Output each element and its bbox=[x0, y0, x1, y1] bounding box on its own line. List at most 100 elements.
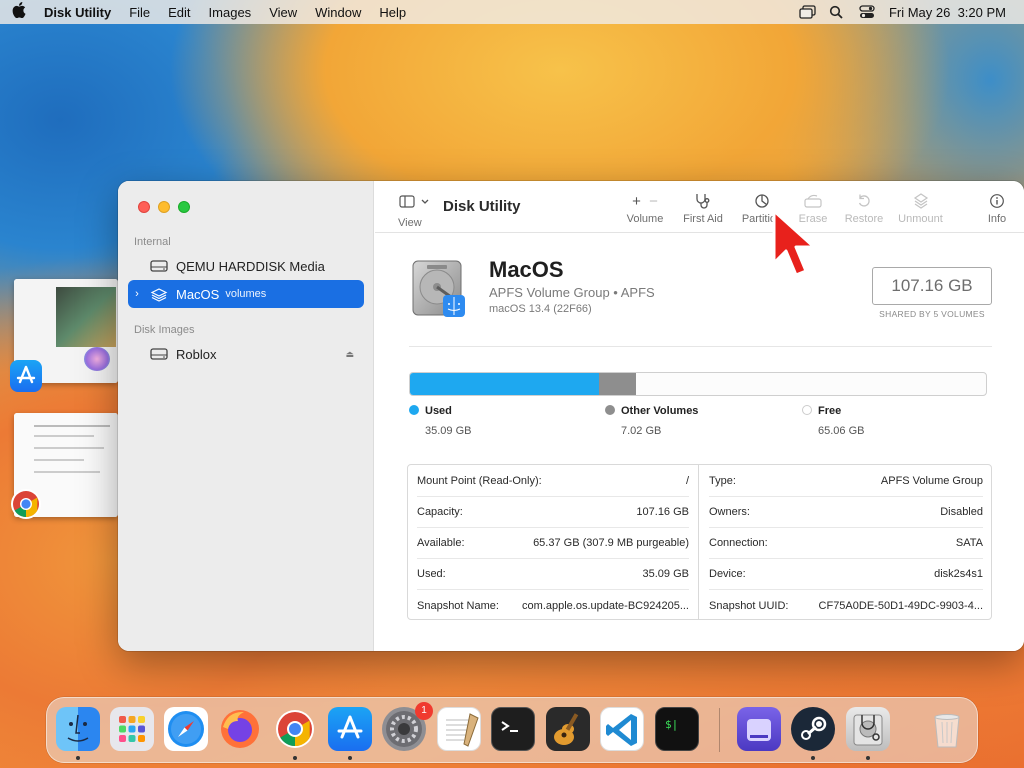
mouse-pointer-icon bbox=[772, 209, 816, 277]
hard-drive-icon bbox=[150, 260, 168, 272]
sidebar-item-label: MacOS bbox=[176, 286, 220, 302]
volume-size: 107.16 GB bbox=[872, 267, 992, 305]
sidebar-item-macos[interactable]: › MacOS volumes bbox=[128, 280, 364, 308]
info-row: Snapshot Name: com.apple.os.update-BC9242… bbox=[417, 599, 689, 612]
svg-text:$|: $| bbox=[665, 718, 678, 731]
safari-icon[interactable] bbox=[164, 707, 208, 751]
running-indicator bbox=[293, 756, 297, 760]
volume-os-version: macOS 13.4 (22F66) bbox=[489, 303, 592, 315]
menu-window[interactable]: Window bbox=[306, 5, 370, 20]
menu-help[interactable]: Help bbox=[370, 5, 415, 20]
running-indicator bbox=[811, 756, 815, 760]
volume-button[interactable]: + − Volume bbox=[623, 193, 667, 225]
running-indicator bbox=[348, 756, 352, 760]
info-button[interactable]: Info bbox=[980, 193, 1014, 225]
screen-mirroring-icon[interactable] bbox=[799, 5, 816, 19]
info-row: Device: disk2s4s1 bbox=[709, 559, 983, 590]
view-label: View bbox=[398, 217, 422, 229]
spotlight-search-icon[interactable] bbox=[829, 5, 845, 19]
textedit-icon[interactable] bbox=[437, 707, 481, 751]
info-row: Used: 35.09 GB bbox=[417, 559, 689, 590]
sidebar: Internal QEMU HARDDISK Media › MacOS vol… bbox=[118, 181, 374, 651]
volume-type: APFS Volume Group • APFS bbox=[489, 285, 655, 300]
menu-edit[interactable]: Edit bbox=[159, 5, 199, 20]
layers-icon bbox=[150, 288, 168, 302]
info-column-left: Mount Point (Read-Only): / Capacity: 107.1… bbox=[408, 465, 699, 619]
used-color-dot bbox=[409, 405, 419, 415]
unmount-button[interactable]: Unmount bbox=[893, 193, 948, 225]
menu-view[interactable]: View bbox=[260, 5, 306, 20]
main-content: View Disk Utility + − Volume First Aid P… bbox=[375, 181, 1024, 651]
other-value: 7.02 GB bbox=[621, 425, 662, 437]
volume-label: Volume bbox=[626, 213, 664, 225]
info-column-right: Type: APFS Volume Group Owners: Disabled C… bbox=[700, 465, 992, 619]
info-row: Available: 65.37 GB (307.9 MB purgeable) bbox=[417, 528, 689, 559]
terminal-icon[interactable] bbox=[491, 707, 535, 751]
steam-icon[interactable] bbox=[791, 707, 835, 751]
finder-icon[interactable] bbox=[56, 707, 100, 751]
info-row: Owners: Disabled bbox=[709, 497, 983, 528]
sidebar-item-qemu-harddisk[interactable]: QEMU HARDDISK Media bbox=[128, 252, 364, 280]
free-color-dot bbox=[802, 405, 812, 415]
info-row: Mount Point (Read-Only): / bbox=[417, 466, 689, 497]
garageband-icon[interactable] bbox=[546, 707, 590, 751]
view-button[interactable]: View bbox=[395, 195, 435, 229]
storage-drive-icon[interactable] bbox=[737, 707, 781, 751]
dock-separator bbox=[719, 708, 720, 752]
info-row: Connection: SATA bbox=[709, 528, 983, 559]
zoom-button[interactable] bbox=[178, 201, 190, 213]
control-center-icon[interactable] bbox=[859, 5, 875, 19]
usage-segment-used bbox=[410, 373, 599, 395]
used-value: 35.09 GB bbox=[425, 425, 472, 437]
unmount-label: Unmount bbox=[898, 213, 943, 225]
restore-icon bbox=[839, 193, 889, 213]
app-store-icon bbox=[10, 360, 42, 392]
trash-icon[interactable] bbox=[925, 707, 969, 751]
window-controls bbox=[138, 201, 190, 213]
terminal-alt-icon[interactable]: $| bbox=[655, 707, 699, 751]
legend-used: Used 35.09 GB bbox=[409, 405, 471, 437]
restore-button[interactable]: Restore bbox=[839, 193, 889, 225]
sidebar-section-disk-images: Disk Images bbox=[134, 324, 195, 336]
legend-free: Free 65.06 GB bbox=[802, 405, 864, 437]
first-aid-button[interactable]: First Aid bbox=[678, 193, 728, 225]
launchpad-icon[interactable] bbox=[110, 707, 154, 751]
volume-size-note: SHARED BY 5 VOLUMES bbox=[879, 309, 985, 319]
firefox-icon[interactable] bbox=[218, 707, 262, 751]
vscode-icon[interactable] bbox=[600, 707, 644, 751]
running-indicator bbox=[76, 756, 80, 760]
usage-bar bbox=[409, 372, 987, 396]
running-indicator bbox=[866, 756, 870, 760]
first-aid-label: First Aid bbox=[683, 213, 723, 225]
unmount-icon bbox=[893, 193, 948, 213]
free-value: 65.06 GB bbox=[818, 425, 865, 437]
info-icon bbox=[980, 193, 1014, 213]
disclosure-chevron-icon[interactable]: › bbox=[128, 288, 146, 300]
info-table: Mount Point (Read-Only): / Capacity: 107.1… bbox=[407, 464, 992, 620]
sidebar-section-internal: Internal bbox=[134, 236, 171, 248]
close-button[interactable] bbox=[138, 201, 150, 213]
toolbar: View Disk Utility + − Volume First Aid P… bbox=[375, 181, 1024, 233]
apple-menu-icon[interactable] bbox=[0, 2, 38, 22]
menu-bar: Disk Utility File Edit Images View Windo… bbox=[0, 0, 1024, 24]
menu-images[interactable]: Images bbox=[200, 5, 261, 20]
usage-segment-other bbox=[598, 373, 637, 395]
app-store-icon[interactable] bbox=[328, 707, 372, 751]
menu-file[interactable]: File bbox=[120, 5, 159, 20]
menu-clock[interactable]: Fri May 26 3:20 PM bbox=[889, 5, 1006, 20]
sidebar-item-roblox[interactable]: Roblox ⏏ bbox=[128, 340, 364, 368]
other-color-dot bbox=[605, 405, 615, 415]
sidebar-toggle-icon bbox=[399, 195, 429, 208]
add-remove-icon: + − bbox=[632, 193, 658, 210]
chrome-icon[interactable] bbox=[273, 707, 317, 751]
disk-utility-icon[interactable] bbox=[846, 707, 890, 751]
eject-icon[interactable]: ⏏ bbox=[345, 349, 354, 360]
info-label: Info bbox=[987, 213, 1007, 225]
disk-utility-window: Internal QEMU HARDDISK Media › MacOS vol… bbox=[118, 181, 1024, 651]
dock: 1 $| bbox=[46, 697, 978, 763]
menu-app-name[interactable]: Disk Utility bbox=[38, 5, 120, 20]
window-title: Disk Utility bbox=[443, 198, 521, 215]
info-row: Capacity: 107.16 GB bbox=[417, 497, 689, 528]
minimize-button[interactable] bbox=[158, 201, 170, 213]
hard-drive-icon bbox=[150, 348, 168, 360]
